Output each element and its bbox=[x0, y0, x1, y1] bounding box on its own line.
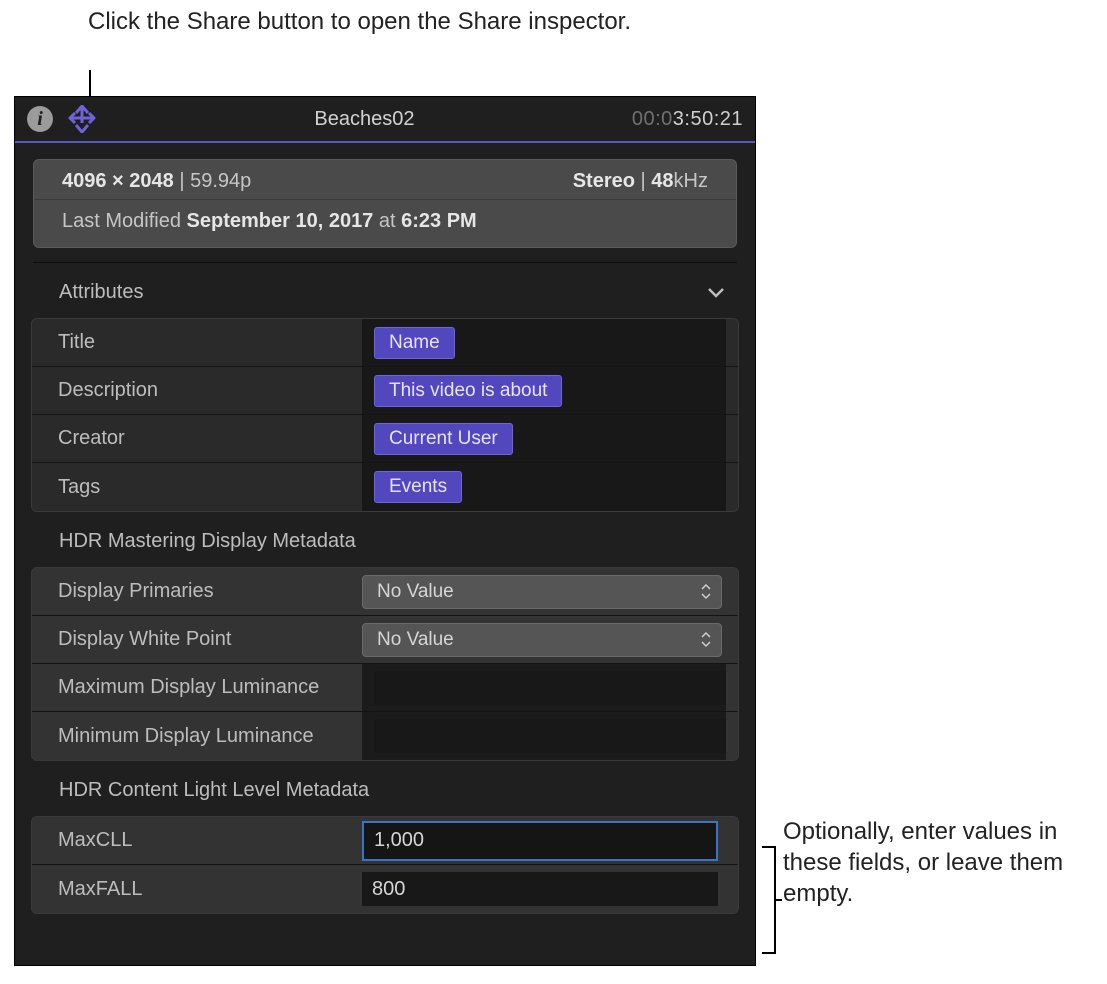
section-attributes-header[interactable]: Attributes bbox=[15, 263, 755, 314]
row-title: Title Name bbox=[32, 319, 738, 367]
section-hdr-mastering-header: HDR Mastering Display Metadata bbox=[15, 512, 755, 563]
label-max-luminance: Maximum Display Luminance bbox=[58, 676, 362, 699]
attributes-group: Title Name Description This video is abo… bbox=[31, 318, 739, 512]
stepper-icon bbox=[697, 631, 715, 648]
row-max-luminance: Maximum Display Luminance bbox=[32, 664, 738, 712]
row-maxfall: MaxFALL bbox=[32, 865, 738, 913]
select-wrap-display-white-point: No Value bbox=[362, 616, 722, 663]
input-maxcll[interactable] bbox=[362, 821, 718, 861]
input-max-luminance[interactable] bbox=[374, 671, 726, 705]
row-creator: Creator Current User bbox=[32, 415, 738, 463]
audio-rate: 48 bbox=[651, 170, 673, 192]
row-display-white-point: Display White Point No Value bbox=[32, 616, 738, 664]
section-attributes-title: Attributes bbox=[59, 281, 143, 304]
inspector-header: i Beaches02 00:03:50:21 bbox=[15, 97, 755, 143]
row-description: Description This video is about bbox=[32, 367, 738, 415]
select-display-primaries[interactable]: No Value bbox=[362, 575, 722, 609]
row-min-luminance: Minimum Display Luminance bbox=[32, 712, 738, 760]
info-icon[interactable]: i bbox=[27, 106, 53, 132]
field-max-luminance[interactable] bbox=[362, 664, 726, 711]
framerate-value: 59.94p bbox=[190, 170, 251, 192]
select-display-primaries-value: No Value bbox=[377, 581, 454, 603]
row-display-primaries: Display Primaries No Value bbox=[32, 568, 738, 616]
callout-bracket-tick bbox=[776, 899, 782, 901]
callout-light-fields: Optionally, enter values in these fields… bbox=[783, 816, 1093, 910]
audio-rate-unit: kHz bbox=[674, 170, 708, 192]
summary-box: 4096 × 2048 | 59.94p Stereo | 48kHz Last… bbox=[33, 159, 737, 248]
modified-prefix: Last Modified bbox=[62, 210, 181, 232]
modified-date: September 10, 2017 bbox=[187, 210, 374, 232]
select-wrap-display-primaries: No Value bbox=[362, 568, 722, 615]
field-description[interactable]: This video is about bbox=[362, 367, 726, 414]
field-maxfall-wrap bbox=[362, 872, 726, 906]
label-maxfall: MaxFALL bbox=[58, 878, 362, 901]
summary-row-modified: Last Modified September 10, 2017 at 6:23… bbox=[34, 199, 736, 247]
summary-row-format: 4096 × 2048 | 59.94p Stereo | 48kHz bbox=[34, 160, 736, 199]
timecode-dim: 00:0 bbox=[632, 108, 673, 130]
row-maxcll: MaxCLL bbox=[32, 817, 738, 865]
section-hdr-content-header: HDR Content Light Level Metadata bbox=[15, 761, 755, 812]
input-min-luminance[interactable] bbox=[374, 719, 726, 753]
label-tags: Tags bbox=[58, 476, 362, 499]
label-maxcll: MaxCLL bbox=[58, 829, 362, 852]
modified-at: at bbox=[379, 210, 396, 232]
row-tags: Tags Events bbox=[32, 463, 738, 511]
token-description[interactable]: This video is about bbox=[374, 375, 562, 407]
token-tags[interactable]: Events bbox=[374, 471, 462, 503]
timecode: 00:03:50:21 bbox=[632, 108, 743, 131]
chevron-down-icon bbox=[707, 287, 725, 299]
field-maxcll-wrap bbox=[362, 823, 726, 859]
share-icon[interactable] bbox=[67, 105, 97, 133]
share-inspector-panel: i Beaches02 00:03:50:21 4096 × 2048 | 59… bbox=[14, 96, 756, 966]
field-tags[interactable]: Events bbox=[362, 463, 726, 511]
clip-title: Beaches02 bbox=[97, 108, 632, 131]
stepper-icon bbox=[697, 583, 715, 600]
label-display-white-point: Display White Point bbox=[58, 628, 362, 651]
label-creator: Creator bbox=[58, 427, 362, 450]
callout-share-button: Click the Share button to open the Share… bbox=[88, 6, 631, 37]
label-description: Description bbox=[58, 379, 362, 402]
select-display-white-point-value: No Value bbox=[377, 629, 454, 651]
field-min-luminance[interactable] bbox=[362, 712, 726, 760]
callout-bracket bbox=[762, 846, 776, 954]
timecode-bright: 3:50:21 bbox=[673, 108, 743, 130]
label-display-primaries: Display Primaries bbox=[58, 580, 362, 603]
resolution-value: 4096 × 2048 bbox=[62, 170, 174, 192]
audio-mode: Stereo bbox=[573, 170, 635, 192]
input-maxfall[interactable] bbox=[362, 872, 718, 906]
label-title: Title bbox=[58, 331, 362, 354]
hdr-mastering-group: Display Primaries No Value Display White… bbox=[31, 567, 739, 761]
token-creator[interactable]: Current User bbox=[374, 423, 513, 455]
label-min-luminance: Minimum Display Luminance bbox=[58, 725, 362, 748]
token-title[interactable]: Name bbox=[374, 327, 455, 359]
field-creator[interactable]: Current User bbox=[362, 415, 726, 462]
section-hdr-content-title: HDR Content Light Level Metadata bbox=[59, 779, 369, 802]
select-display-white-point[interactable]: No Value bbox=[362, 623, 722, 657]
modified-time: 6:23 PM bbox=[401, 210, 477, 232]
field-title[interactable]: Name bbox=[362, 319, 726, 366]
hdr-content-group: MaxCLL MaxFALL bbox=[31, 816, 739, 914]
section-hdr-mastering-title: HDR Mastering Display Metadata bbox=[59, 530, 356, 553]
